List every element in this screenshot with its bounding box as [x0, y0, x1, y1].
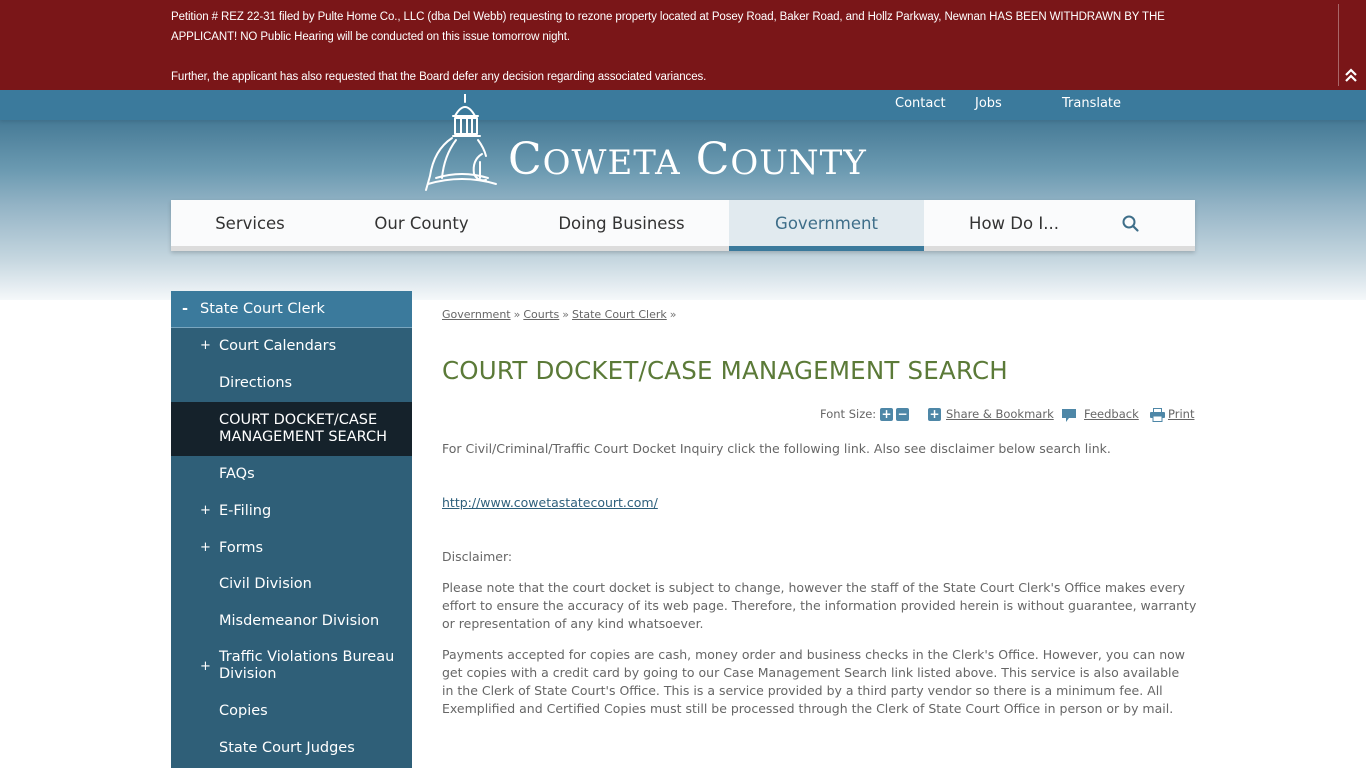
payments-paragraph: Payments accepted for copies are cash, m… — [442, 647, 1186, 716]
collapse-alert-button[interactable] — [1342, 66, 1360, 84]
search-icon — [1122, 215, 1139, 232]
site-name: COWETA COUNTY — [508, 134, 867, 185]
sidebar-item-forms[interactable]: + Forms — [171, 530, 412, 567]
breadcrumb: Government» Courts» State Court Clerk» — [442, 308, 677, 321]
main-navigation: Services Our County Doing Business Gover… — [171, 200, 1195, 251]
feedback-icon[interactable] — [1061, 407, 1077, 423]
double-chevron-up-icon — [1345, 68, 1357, 82]
sidebar-heading-state-court-clerk[interactable]: - State Court Clerk — [171, 291, 412, 328]
font-size-label: Font Size: — [820, 407, 877, 421]
print-link[interactable]: Print — [1168, 407, 1194, 421]
state-court-link[interactable]: http://www.cowetastatecourt.com/ — [442, 495, 658, 510]
intro-paragraph: For Civil/Criminal/Traffic Court Docket … — [442, 441, 1111, 456]
sidebar-navigation: - State Court Clerk + Court Calendars Di… — [171, 291, 412, 768]
breadcrumb-courts[interactable]: Courts — [523, 308, 559, 321]
sidebar-item-misdemeanor-division[interactable]: Misdemeanor Division — [171, 604, 412, 641]
expand-icon[interactable]: + — [200, 337, 211, 354]
alert-divider — [1338, 4, 1339, 86]
expand-icon[interactable]: + — [200, 539, 211, 556]
breadcrumb-government[interactable]: Government — [442, 308, 511, 321]
sidebar-item-civil-division[interactable]: Civil Division — [171, 567, 412, 604]
expand-icon[interactable]: + — [200, 502, 211, 519]
sidebar-item-faqs[interactable]: FAQs — [171, 456, 412, 493]
disclaimer-paragraph: Please note that the court docket is sub… — [442, 580, 1197, 631]
nav-services[interactable]: Services — [171, 200, 329, 246]
sidebar-item-e-filing[interactable]: + E-Filing — [171, 493, 412, 530]
courthouse-dome-icon — [425, 94, 497, 191]
breadcrumb-state-court-clerk[interactable]: State Court Clerk — [572, 308, 667, 321]
alert-message: Petition # REZ 22-31 filed by Pulte Home… — [171, 7, 1191, 87]
jobs-link[interactable]: Jobs — [975, 96, 1002, 111]
nav-how-do-i[interactable]: How Do I... — [924, 200, 1104, 246]
translate-link[interactable]: Translate — [1062, 96, 1121, 111]
feedback-link[interactable]: Feedback — [1084, 407, 1139, 421]
font-increase-button[interactable]: + — [880, 408, 893, 421]
nav-doing-business[interactable]: Doing Business — [514, 200, 729, 246]
collapse-toggle[interactable]: - — [182, 291, 188, 327]
search-button[interactable] — [1121, 214, 1141, 234]
font-decrease-button[interactable]: − — [896, 408, 909, 421]
sidebar-item-traffic-violations-bureau[interactable]: + Traffic Violations Bureau Division — [171, 641, 412, 695]
coweta-county-logo[interactable]: COWETA COUNTY — [422, 94, 952, 194]
share-icon[interactable]: + — [928, 408, 941, 421]
plus-icon: + — [881, 407, 892, 421]
print-icon[interactable] — [1150, 408, 1165, 422]
sidebar-item-court-calendars[interactable]: + Court Calendars — [171, 328, 412, 365]
sidebar-item-copies[interactable]: Copies — [171, 695, 412, 732]
sidebar-heading-label: State Court Clerk — [200, 301, 325, 317]
share-bookmark-link[interactable]: Share & Bookmark — [946, 407, 1054, 421]
alert-line-1: Petition # REZ 22-31 filed by Pulte Home… — [171, 11, 1165, 43]
sidebar-item-court-docket-search[interactable]: COURT DOCKET/CASE MANAGEMENT SEARCH — [171, 402, 412, 456]
sidebar-item-directions[interactable]: Directions — [171, 365, 412, 402]
sidebar-item-state-court-judges[interactable]: State Court Judges — [171, 732, 412, 768]
alert-banner: Petition # REZ 22-31 filed by Pulte Home… — [0, 0, 1366, 90]
minus-icon: − — [897, 407, 908, 421]
expand-icon[interactable]: + — [200, 658, 211, 675]
site-header: Contact Jobs Translate COWETA COUNTY — [0, 90, 1366, 300]
disclaimer-label: Disclaimer: — [442, 549, 513, 564]
nav-our-county[interactable]: Our County — [329, 200, 514, 246]
page-title: COURT DOCKET/CASE MANAGEMENT SEARCH — [442, 356, 1008, 385]
nav-government[interactable]: Government — [729, 200, 924, 251]
page-tools: Font Size: + − + Share & Bookmark Feedba… — [820, 406, 1195, 424]
alert-line-2: Further, the applicant has also requeste… — [171, 71, 707, 83]
